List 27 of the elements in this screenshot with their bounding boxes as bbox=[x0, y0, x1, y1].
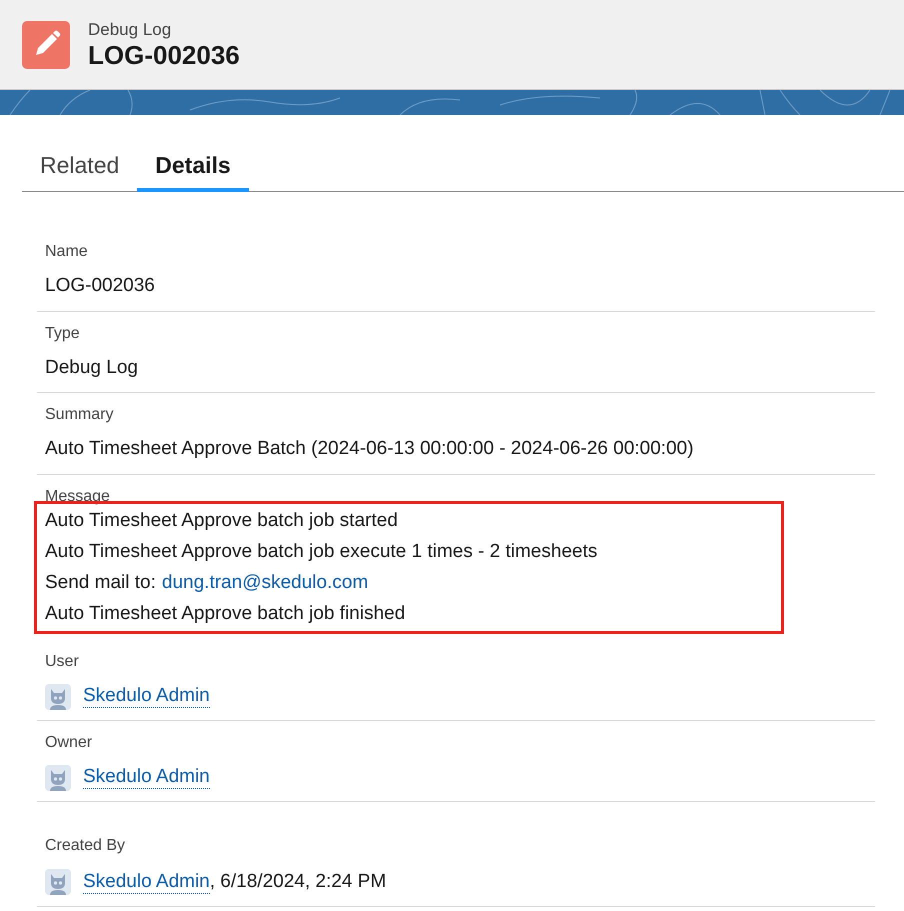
field-value: Auto Timesheet Approve Batch (2024-06-13 00:00:00 - 2024-06-26 00:00:00) bbox=[45, 437, 695, 461]
message-line: Auto Timesheet Approve batch job finished bbox=[45, 602, 406, 624]
user-link[interactable]: Skedulo Admin bbox=[83, 870, 210, 894]
avatar-icon bbox=[45, 684, 71, 710]
avatar-icon bbox=[45, 868, 71, 895]
pencil-icon bbox=[22, 20, 70, 68]
field-label: Created By bbox=[45, 836, 126, 856]
tab[interactable]: Details bbox=[137, 148, 249, 192]
tab[interactable]: Related bbox=[22, 148, 138, 192]
field-value: Debug Log bbox=[45, 356, 139, 380]
avatar-icon bbox=[45, 764, 71, 790]
user-link[interactable]: Skedulo Admin bbox=[83, 685, 210, 708]
message-line: Auto Timesheet Approve batch job execute 1 times - 2 timesheets bbox=[45, 540, 598, 562]
user-link[interactable]: Skedulo Admin bbox=[83, 766, 210, 789]
field-label: Message bbox=[45, 486, 110, 506]
field-label: User bbox=[45, 652, 80, 672]
message-line: Auto Timesheet Approve batch job started bbox=[45, 510, 399, 532]
message-line: Send mail to: bbox=[45, 572, 156, 594]
field-label: Owner bbox=[45, 732, 94, 752]
object-type: Debug Log bbox=[88, 20, 172, 40]
created-date: , 6/18/2024, 2:24 PM bbox=[210, 870, 386, 894]
field-value: LOG-002036 bbox=[45, 274, 156, 298]
field-label: Name bbox=[45, 242, 89, 262]
field-label: Type bbox=[45, 324, 81, 344]
record-title: LOG-002036 bbox=[88, 40, 240, 70]
email-link[interactable]: dung.tran@skedulo.com bbox=[162, 572, 368, 594]
field-label: Summary bbox=[45, 405, 114, 425]
